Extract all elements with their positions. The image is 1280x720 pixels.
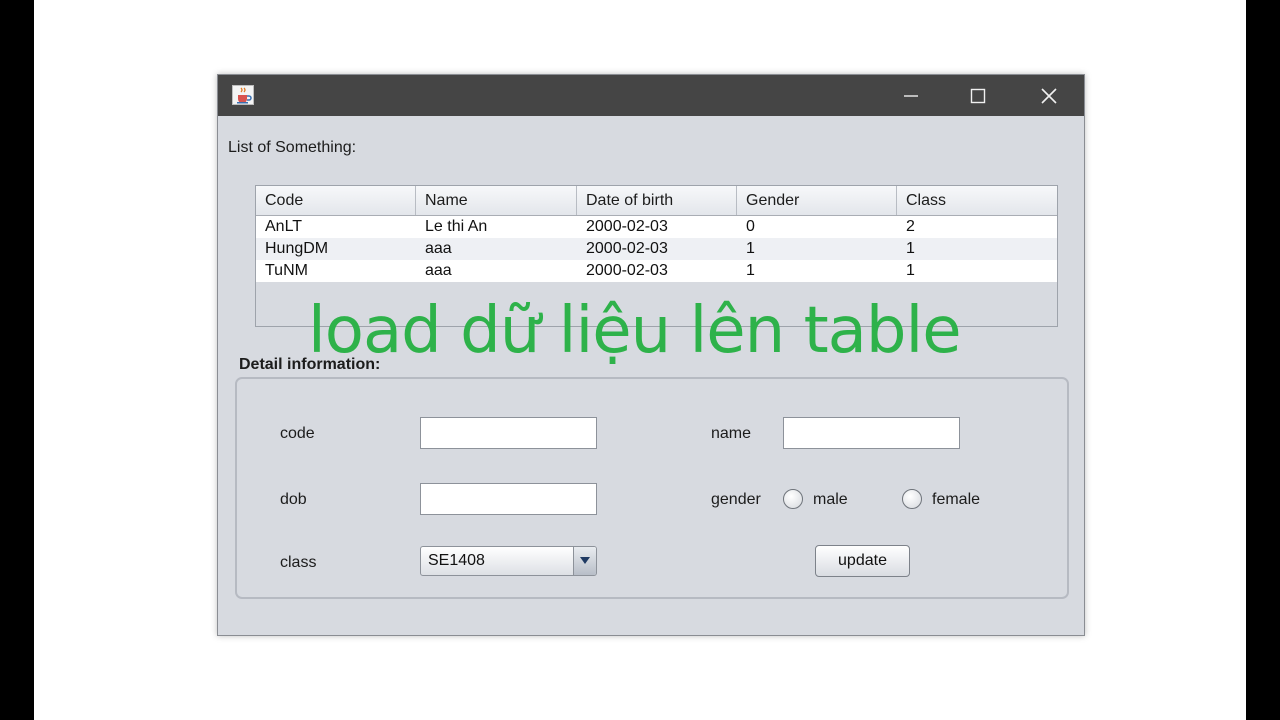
table-row[interactable]: HungDM aaa 2000-02-03 1 1 [256,238,1057,260]
female-radio[interactable] [902,489,922,509]
male-radio[interactable] [783,489,803,509]
dropdown-button[interactable] [573,547,596,575]
female-label[interactable]: female [932,491,980,509]
class-combobox-value: SE1408 [428,552,485,569]
maximize-button[interactable] [955,75,1001,116]
update-button[interactable]: update [815,545,910,577]
class-combobox[interactable]: SE1408 [420,546,597,576]
cell-class: 1 [906,240,915,257]
screen-background: List of Something: Code Name Date of bir… [34,0,1246,720]
cell-gender: 1 [746,240,755,257]
column-header-name[interactable]: Name [416,186,577,215]
cell-class: 2 [906,218,915,235]
detail-section-title: Detail information: [239,356,381,373]
cell-name: aaa [425,240,452,257]
cell-gender: 1 [746,262,755,279]
list-title: List of Something: [228,139,357,156]
table-body: AnLT Le thi An 2000-02-03 0 2 HungDM aaa… [256,216,1057,282]
gender-label: gender [711,491,761,508]
chevron-down-icon [580,557,590,564]
table-row[interactable]: TuNM aaa 2000-02-03 1 1 [256,260,1057,282]
column-header-gender[interactable]: Gender [737,186,897,215]
cell-class: 1 [906,262,915,279]
overlay-caption: load dữ liệu lên table [308,294,962,368]
cell-date-of-birth: 2000-02-03 [586,240,668,257]
table-header: Code Name Date of birth Gender Class [256,186,1057,216]
name-label: name [711,425,752,442]
minimize-button[interactable] [888,75,934,116]
maximize-icon [970,88,986,103]
title-bar[interactable] [218,75,1084,116]
table-row[interactable]: AnLT Le thi An 2000-02-03 0 2 [256,216,1057,238]
cell-code: AnLT [265,218,303,235]
cell-date-of-birth: 2000-02-03 [586,218,668,235]
code-field[interactable] [420,417,597,449]
cell-date-of-birth: 2000-02-03 [586,262,668,279]
column-header-class[interactable]: Class [897,186,1057,215]
class-label: class [280,554,317,571]
app-window: List of Something: Code Name Date of bir… [217,74,1085,636]
name-field[interactable] [783,417,960,449]
detail-panel [235,377,1069,599]
cell-name: Le thi An [425,218,488,235]
code-label: code [280,425,315,442]
column-header-code[interactable]: Code [256,186,416,215]
cell-name: aaa [425,262,452,279]
close-icon [1041,87,1057,104]
close-button[interactable] [1026,75,1072,116]
cell-gender: 0 [746,218,755,235]
cell-code: HungDM [265,240,329,257]
cell-code: TuNM [265,262,308,279]
column-header-date-of-birth[interactable]: Date of birth [577,186,737,215]
java-cup-icon [232,85,254,105]
dob-label: dob [280,491,307,508]
dob-field[interactable] [420,483,597,515]
minimize-icon [904,94,918,97]
male-label[interactable]: male [813,491,848,509]
